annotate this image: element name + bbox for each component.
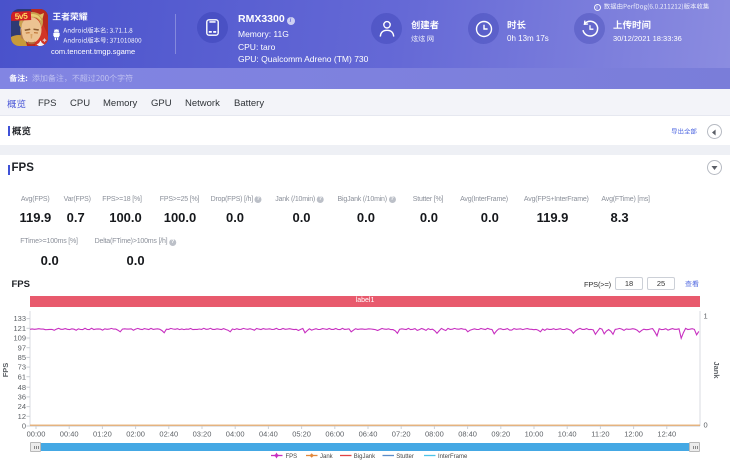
svg-text:06:40: 06:40	[359, 430, 378, 439]
svg-text:06:00: 06:00	[325, 430, 344, 439]
svg-text:1: 1	[704, 312, 708, 321]
svg-text:07:20: 07:20	[392, 430, 411, 439]
svg-text:08:00: 08:00	[425, 430, 444, 439]
svg-text:133: 133	[13, 314, 26, 323]
svg-text:Jank: Jank	[712, 361, 721, 379]
svg-text:01:20: 01:20	[93, 430, 112, 439]
svg-text:109: 109	[13, 334, 26, 343]
svg-text:48: 48	[18, 383, 26, 392]
svg-text:85: 85	[18, 353, 26, 362]
svg-text:00:00: 00:00	[27, 430, 46, 439]
svg-text:Jank: Jank	[320, 454, 334, 460]
svg-text:02:40: 02:40	[159, 430, 178, 439]
svg-text:0: 0	[22, 422, 26, 431]
svg-text:5v5: 5v5	[14, 11, 28, 22]
svg-text:12: 12	[18, 412, 26, 421]
svg-text:08:40: 08:40	[458, 430, 477, 439]
svg-text:36: 36	[18, 393, 26, 402]
svg-text:03:20: 03:20	[193, 430, 212, 439]
svg-text:0: 0	[704, 421, 708, 430]
svg-text:04:40: 04:40	[259, 430, 278, 439]
svg-text:10:40: 10:40	[558, 430, 577, 439]
svg-text:12:00: 12:00	[624, 430, 643, 439]
svg-text:05:20: 05:20	[292, 430, 311, 439]
svg-text:FPS: FPS	[1, 363, 10, 378]
svg-text:04:00: 04:00	[226, 430, 245, 439]
svg-text:12:40: 12:40	[657, 430, 676, 439]
svg-text:BigJank: BigJank	[354, 454, 376, 460]
svg-text:10:00: 10:00	[525, 430, 544, 439]
svg-text:97: 97	[18, 343, 26, 352]
svg-text:00:40: 00:40	[60, 430, 79, 439]
svg-text:Stutter: Stutter	[396, 454, 414, 460]
svg-text:02:00: 02:00	[126, 430, 145, 439]
svg-text:InterFrame: InterFrame	[438, 454, 468, 460]
svg-text:121: 121	[13, 324, 26, 333]
svg-text:11:20: 11:20	[591, 430, 609, 439]
svg-text:73: 73	[18, 363, 26, 372]
svg-text:09:20: 09:20	[491, 430, 510, 439]
svg-text:61: 61	[18, 372, 26, 381]
svg-text:FPS: FPS	[286, 454, 298, 460]
svg-text:24: 24	[18, 402, 26, 411]
